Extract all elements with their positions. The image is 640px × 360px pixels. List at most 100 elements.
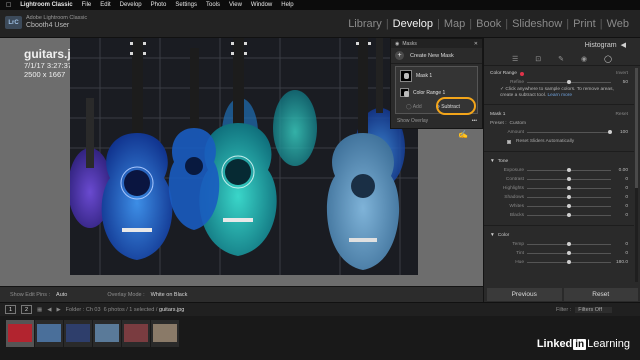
invert-checkbox[interactable]: Invert [616,71,628,76]
module-web[interactable]: Web [604,18,632,30]
menu-settings[interactable]: Settings [175,2,197,8]
module-print[interactable]: Print [570,18,599,30]
guitars-photo[interactable] [70,38,418,275]
back-arrow-icon[interactable]: ◀ [47,307,51,313]
slider-knob[interactable] [567,260,572,264]
menu-file[interactable]: File [82,2,92,8]
add-button[interactable]: ◯ Add [406,104,422,110]
slider-highlights[interactable]: Highlights 0 [490,184,628,193]
slider-track[interactable] [527,80,611,84]
learn-more-link[interactable]: Learn more [547,93,572,98]
slider-track[interactable] [527,168,611,172]
slider-value[interactable]: 0 [614,204,628,209]
filter-select[interactable]: Filters Off [575,306,612,313]
histogram-header[interactable]: Histogram ◀ [484,38,640,52]
create-new-mask-button[interactable]: + Create New Mask [391,48,482,64]
slider-temp[interactable]: Temp 0 [490,240,628,249]
close-icon[interactable]: ✕ [474,41,478,47]
menu-edit[interactable]: Edit [100,2,110,8]
slider-knob[interactable] [567,80,572,84]
page-2-button[interactable]: 2 [21,305,32,314]
more-options-icon[interactable]: ••• [472,118,477,124]
slider-track[interactable] [527,177,611,181]
slider-track[interactable] [527,251,611,255]
slider-knob[interactable] [567,168,572,172]
slider-whites[interactable]: Whites 0 [490,202,628,211]
page-1-button[interactable]: 1 [5,305,16,314]
refine-slider[interactable]: Refine 50 [490,78,628,87]
slider-track[interactable] [527,204,611,208]
reset-link[interactable]: Reset [615,112,628,117]
healing-icon[interactable]: ✎ [558,55,564,63]
slider-knob[interactable] [567,242,572,246]
slider-value[interactable]: 0.00 [614,168,628,173]
slider-knob[interactable] [567,195,572,199]
slider-track[interactable] [527,130,612,134]
slider-value[interactable]: 180.0 [614,260,628,265]
slider-contrast[interactable]: Contrast 0 [490,175,628,184]
module-slideshow[interactable]: Slideshow [509,18,565,30]
slider-track[interactable] [527,242,611,246]
menu-photo[interactable]: Photo [151,2,167,8]
forward-arrow-icon[interactable]: ▶ [56,307,60,313]
slider-knob[interactable] [567,177,572,181]
panel-scrollbar[interactable] [635,68,638,282]
overlay-mode-select[interactable]: White on Black [151,292,188,298]
filmstrip-thumbnail[interactable] [151,320,179,347]
slider-value[interactable]: 0 [614,242,628,247]
show-edit-pins-select[interactable]: Auto [56,292,67,298]
module-map[interactable]: Map [441,18,468,30]
edit-sliders-icon[interactable]: ☰ [512,55,518,63]
apple-icon[interactable]:  [6,2,11,9]
slider-track[interactable] [527,195,611,199]
show-overlay-toggle[interactable]: Show Overlay ••• [391,116,482,126]
menu-window[interactable]: Window [251,2,272,8]
module-book[interactable]: Book [473,18,504,30]
slider-track[interactable] [527,186,611,190]
filmstrip-thumbnail[interactable] [64,320,92,347]
slider-knob[interactable] [567,251,572,255]
red-eye-icon[interactable]: ◉ [581,55,587,63]
menu-app-name[interactable]: Lightroom Classic [20,2,72,8]
preset-select[interactable]: Custom [510,121,527,126]
crop-icon[interactable]: ⊡ [535,55,541,63]
amount-slider[interactable]: Amount 100 [490,128,628,137]
slider-knob[interactable] [607,130,612,134]
grid-icon[interactable]: ▦ [37,307,42,313]
eyedropper-icon[interactable]: ✓ [500,87,504,92]
previous-button[interactable]: Previous [487,288,562,301]
slider-hue[interactable]: Hue 180.0 [490,258,628,267]
slider-knob[interactable] [567,186,572,190]
filmstrip-thumbnail[interactable] [6,320,34,347]
slider-knob[interactable] [567,204,572,208]
slider-value[interactable]: 0 [614,251,628,256]
module-develop[interactable]: Develop [390,18,436,30]
filmstrip-thumbnail[interactable] [122,320,150,347]
slider-value[interactable]: 0 [614,195,628,200]
source-path[interactable]: Folder : Ch 03 6 photos / 1 selected / g… [66,307,185,313]
slider-knob[interactable] [567,213,572,217]
checkbox-icon[interactable] [507,139,511,144]
menu-view[interactable]: View [229,2,242,8]
refine-value[interactable]: 50 [614,80,628,85]
slider-value[interactable]: 0 [614,186,628,191]
color-header[interactable]: ▼ Color [490,231,628,240]
slider-shadows[interactable]: Shadows 0 [490,193,628,202]
slider-value[interactable]: 0 [614,177,628,182]
reset-sliders-checkbox[interactable]: Reset Sliders Automatically [490,137,628,146]
filmstrip-thumbnail[interactable] [35,320,63,347]
slider-tint[interactable]: Tint 0 [490,249,628,258]
menu-develop[interactable]: Develop [120,2,142,8]
slider-value[interactable]: 0 [614,213,628,218]
mask-item-mask-1[interactable]: Mask 1 [396,67,477,84]
slider-track[interactable] [527,260,611,264]
slider-track[interactable] [527,213,611,217]
filmstrip-thumbnail[interactable] [93,320,121,347]
menu-tools[interactable]: Tools [206,2,220,8]
reset-button[interactable]: Reset [563,288,638,301]
slider-blacks[interactable]: Blacks 0 [490,211,628,220]
slider-exposure[interactable]: Exposure 0.00 [490,166,628,175]
eye-icon[interactable]: ◉ [395,41,399,47]
module-library[interactable]: Library [345,18,385,30]
scrollbar-thumb[interactable] [635,68,638,188]
